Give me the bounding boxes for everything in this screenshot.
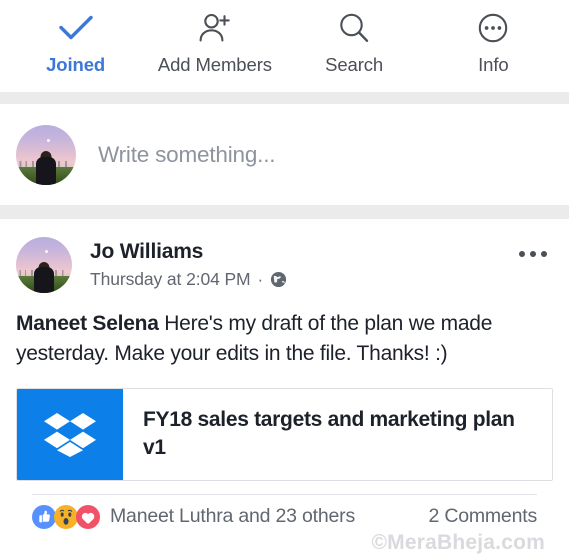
group-action-bar: Joined Add Members Search Info <box>0 0 569 92</box>
avatar-person-body <box>36 156 56 185</box>
post-more-options-button[interactable] <box>515 243 551 265</box>
section-divider-post <box>0 205 569 219</box>
action-search-label: Search <box>325 54 384 75</box>
add-person-icon <box>193 8 237 48</box>
ellipsis-dot <box>519 251 525 257</box>
love-icon <box>76 504 100 529</box>
meta-separator: · <box>257 269 264 289</box>
post-author-avatar[interactable] <box>16 237 72 293</box>
section-divider-top <box>0 92 569 104</box>
wow-icon <box>54 504 78 529</box>
avatar-star <box>45 250 49 254</box>
reaction-icons[interactable] <box>32 504 100 529</box>
comments-count[interactable]: 2 Comments <box>428 505 537 528</box>
post-subline: Thursday at 2:04 PM · <box>90 269 287 290</box>
avatar-person-body <box>34 267 54 293</box>
composer-placeholder[interactable]: Write something... <box>98 142 276 168</box>
post-timestamp[interactable]: Thursday at 2:04 PM <box>90 269 251 290</box>
post-card: Jo Williams Thursday at 2:04 PM · Maneet… <box>0 219 569 554</box>
post-footer: Maneet Luthra and 23 others 2 Comments ©… <box>16 495 553 554</box>
post-meta: Jo Williams Thursday at 2:04 PM · <box>90 237 287 290</box>
attachment-card[interactable]: FY18 sales targets and marketing plan v1 <box>16 387 553 481</box>
composer-row[interactable]: Write something... <box>0 104 569 205</box>
action-add-members[interactable]: Add Members <box>145 8 284 76</box>
search-icon <box>332 8 376 48</box>
ellipsis-dot <box>541 251 547 257</box>
post-mention[interactable]: Maneet Selena <box>16 312 159 335</box>
action-joined-label: Joined <box>46 54 106 75</box>
ellipsis-dot <box>530 251 536 257</box>
reaction-summary[interactable]: Maneet Luthra and 23 others <box>110 505 355 528</box>
check-icon <box>54 8 98 48</box>
post-header: Jo Williams Thursday at 2:04 PM · <box>16 219 553 293</box>
action-info-label: Info <box>478 54 509 75</box>
globe-icon[interactable] <box>270 271 287 288</box>
action-joined[interactable]: Joined <box>6 8 145 76</box>
attachment-title: FY18 sales targets and marketing plan v1 <box>143 408 515 460</box>
action-add-members-label: Add Members <box>157 54 272 75</box>
info-dots-icon <box>471 8 515 48</box>
post-author-name[interactable]: Jo Williams <box>90 239 287 266</box>
dropbox-icon <box>17 388 123 480</box>
post-message: Maneet Selena Here's my draft of the pla… <box>16 309 553 369</box>
like-icon <box>32 504 56 529</box>
action-info[interactable]: Info <box>424 8 563 76</box>
avatar-star <box>47 138 51 142</box>
action-search[interactable]: Search <box>285 8 424 76</box>
group-screen: Joined Add Members Search Info Write som… <box>0 0 569 557</box>
composer-avatar[interactable] <box>16 124 76 185</box>
watermark: ©MeraBheja.com <box>371 530 545 554</box>
